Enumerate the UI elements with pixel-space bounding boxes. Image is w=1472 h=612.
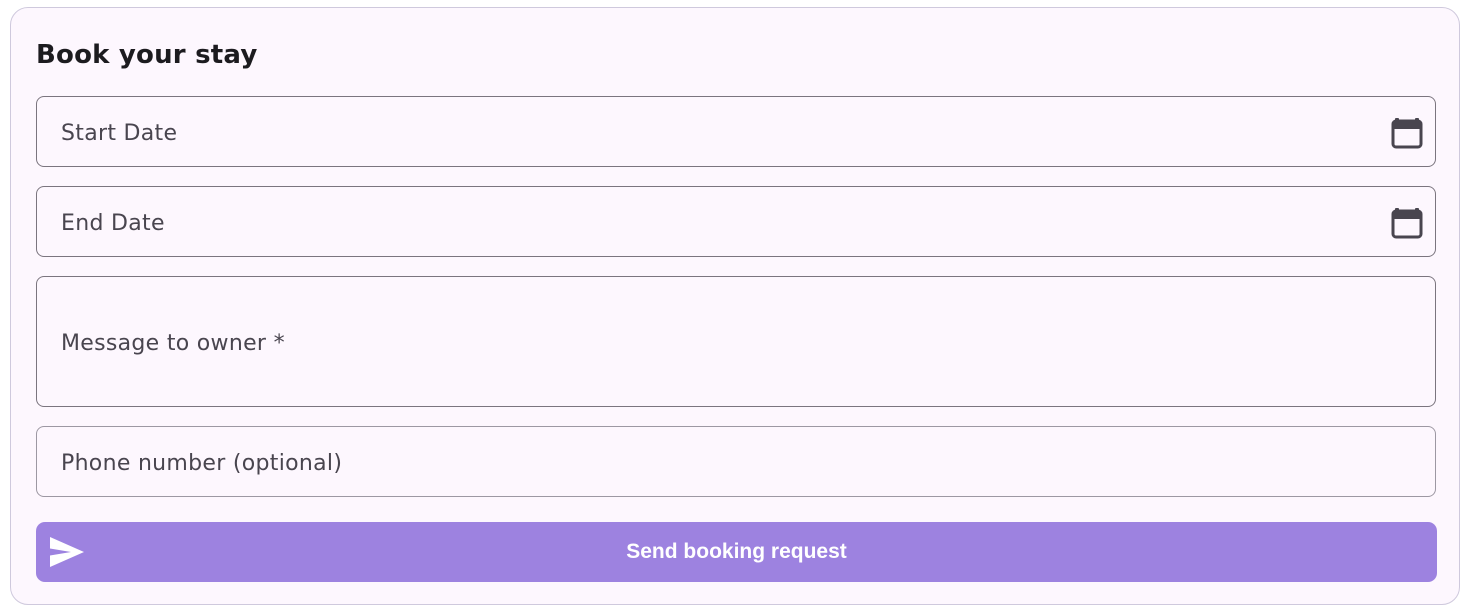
- phone-field[interactable]: Phone number (optional): [36, 426, 1436, 497]
- calendar-icon[interactable]: [1391, 113, 1423, 149]
- end-date-field[interactable]: End Date: [36, 186, 1436, 257]
- booking-card: Book your stay Start Date End Date Messa…: [10, 7, 1460, 605]
- start-date-label: Start Date: [61, 121, 178, 146]
- card-title: Book your stay: [36, 40, 258, 70]
- start-date-field[interactable]: Start Date: [36, 96, 1436, 167]
- send-booking-request-button[interactable]: Send booking request: [36, 522, 1437, 582]
- message-label: Message to owner *: [61, 331, 285, 356]
- send-booking-request-label: Send booking request: [626, 540, 847, 563]
- message-field[interactable]: Message to owner *: [36, 276, 1436, 407]
- phone-label: Phone number (optional): [61, 451, 343, 476]
- calendar-icon[interactable]: [1391, 203, 1423, 239]
- end-date-label: End Date: [61, 211, 165, 236]
